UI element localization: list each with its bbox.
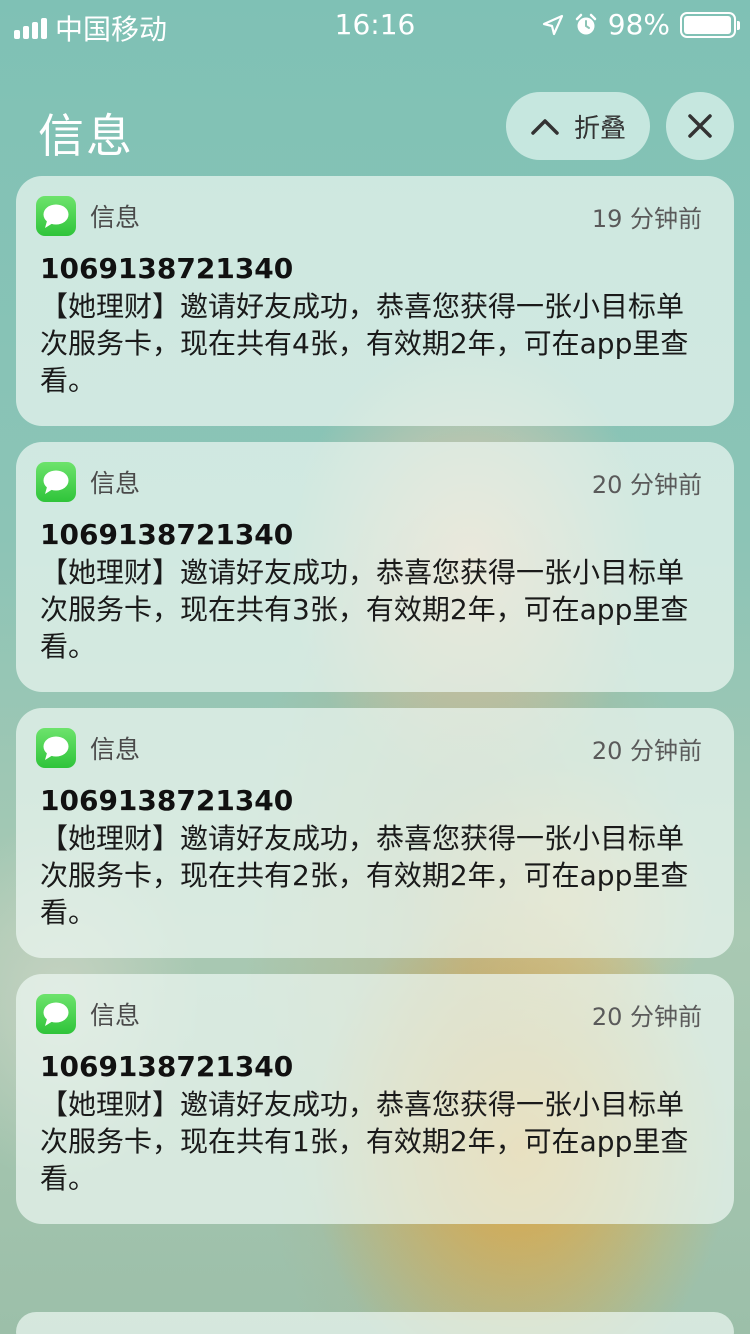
messages-app-icon <box>36 728 76 768</box>
app-name: 信息 <box>90 1001 141 1030</box>
notification-card[interactable]: 信息 20 分钟前 1069138721340 【她理财】邀请好友成功，恭喜您获… <box>16 442 734 692</box>
message-body: 【她理财】邀请好友成功，恭喜您获得一张小目标单次服务卡，现在共有1张，有效期2年… <box>40 1088 689 1195</box>
sender-number: 1069138721340 <box>40 518 294 551</box>
status-right: 98% <box>542 8 740 41</box>
notification-header: 信息 19 分钟前 <box>36 196 702 236</box>
notification-card[interactable]: 信息 20 分钟前 1069138721340 【她理财】邀请好友成功，恭喜您获… <box>16 974 734 1224</box>
message-body: 【她理财】邀请好友成功，恭喜您获得一张小目标单次服务卡，现在共有2张，有效期2年… <box>40 822 689 929</box>
location-icon <box>542 14 563 35</box>
chevron-up-icon <box>531 119 559 135</box>
close-icon <box>688 114 712 138</box>
app-name: 信息 <box>90 203 141 232</box>
messages-app-icon <box>36 462 76 502</box>
battery-percent: 98% <box>607 8 670 41</box>
notification-header: 信息 20 分钟前 <box>36 728 702 768</box>
notification-time: 20 分钟前 <box>591 470 702 499</box>
notification-card[interactable]: 信息 19 分钟前 1069138721340 【她理财】邀请好友成功，恭喜您获… <box>16 176 734 426</box>
status-bar: 中国移动 16:16 98% <box>0 0 750 48</box>
notification-time: 19 分钟前 <box>591 204 702 233</box>
notification-card-partial[interactable] <box>16 1312 734 1334</box>
notification-header: 信息 20 分钟前 <box>36 994 702 1034</box>
notification-header: 信息 20 分钟前 <box>36 462 702 502</box>
app-name: 信息 <box>90 735 141 764</box>
collapse-label: 折叠 <box>573 113 626 144</box>
sender-number: 1069138721340 <box>40 1050 294 1083</box>
battery-fill <box>684 15 732 34</box>
battery-icon <box>680 11 740 38</box>
notification-time: 20 分钟前 <box>591 1002 702 1031</box>
message-body: 【她理财】邀请好友成功，恭喜您获得一张小目标单次服务卡，现在共有4张，有效期2年… <box>40 290 689 397</box>
collapse-button[interactable]: 折叠 <box>506 92 650 160</box>
notification-card[interactable]: 信息 20 分钟前 1069138721340 【她理财】邀请好友成功，恭喜您获… <box>16 708 734 958</box>
messages-app-icon <box>36 994 76 1034</box>
sender-number: 1069138721340 <box>40 784 294 817</box>
alarm-icon <box>575 13 597 34</box>
notification-time: 20 分钟前 <box>591 736 702 765</box>
page-title: 信息 <box>38 109 134 163</box>
message-body: 【她理财】邀请好友成功，恭喜您获得一张小目标单次服务卡，现在共有3张，有效期2年… <box>40 556 689 663</box>
sender-number: 1069138721340 <box>40 252 294 285</box>
close-button[interactable] <box>666 92 734 160</box>
app-name: 信息 <box>90 469 141 498</box>
messages-app-icon <box>36 196 76 236</box>
